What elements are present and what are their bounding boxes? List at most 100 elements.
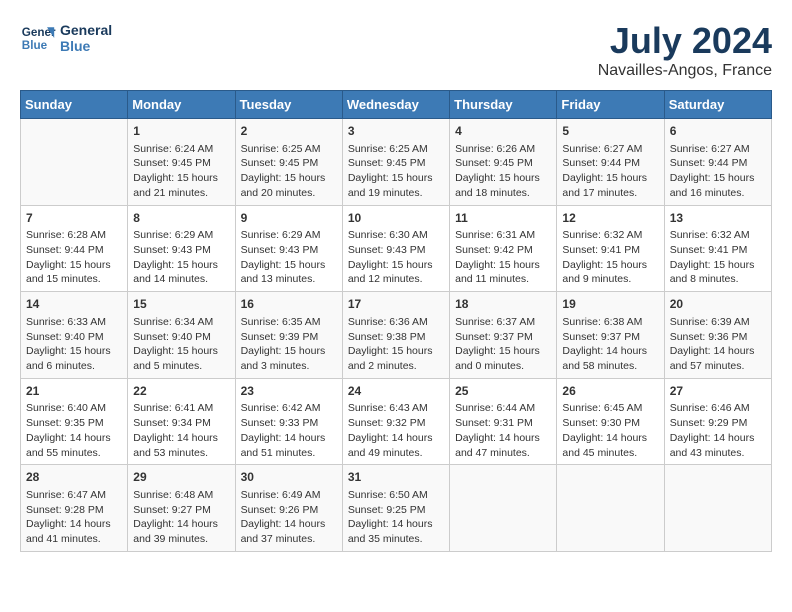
day-number: 24 (348, 383, 444, 400)
weekday-header-saturday: Saturday (664, 91, 771, 119)
day-number: 25 (455, 383, 551, 400)
cell-content: Sunrise: 6:29 AM Sunset: 9:43 PM Dayligh… (133, 228, 229, 287)
calendar-cell: 23Sunrise: 6:42 AM Sunset: 9:33 PM Dayli… (235, 378, 342, 465)
calendar-cell: 19Sunrise: 6:38 AM Sunset: 9:37 PM Dayli… (557, 292, 664, 379)
day-number: 17 (348, 296, 444, 313)
cell-content: Sunrise: 6:50 AM Sunset: 9:25 PM Dayligh… (348, 488, 444, 547)
location-title: Navailles-Angos, France (598, 62, 772, 80)
logo-general: General (60, 22, 112, 38)
day-number: 31 (348, 469, 444, 486)
cell-content: Sunrise: 6:29 AM Sunset: 9:43 PM Dayligh… (241, 228, 337, 287)
cell-content: Sunrise: 6:24 AM Sunset: 9:45 PM Dayligh… (133, 142, 229, 201)
calendar-cell: 5 Sunrise: 6:27 AM Sunset: 9:44 PM Daylig… (557, 119, 664, 206)
logo: General Blue General Blue (20, 20, 112, 56)
day-number: 16 (241, 296, 337, 313)
day-number: 1 (133, 123, 229, 140)
calendar-cell: 22Sunrise: 6:41 AM Sunset: 9:34 PM Dayli… (128, 378, 235, 465)
day-number: 21 (26, 383, 122, 400)
day-number: 12 (562, 210, 658, 227)
day-number: 30 (241, 469, 337, 486)
title-block: July 2024 Navailles-Angos, France (598, 20, 772, 80)
calendar-cell: 2Sunrise: 6:25 AM Sunset: 9:45 PM Daylig… (235, 119, 342, 206)
cell-content: Sunrise: 6:30 AM Sunset: 9:43 PM Dayligh… (348, 228, 444, 287)
calendar-cell: 4 Sunrise: 6:26 AM Sunset: 9:45 PM Daylig… (450, 119, 557, 206)
calendar-cell: 31 Sunrise: 6:50 AM Sunset: 9:25 PM Dayli… (342, 465, 449, 552)
cell-content: Sunrise: 6:40 AM Sunset: 9:35 PM Dayligh… (26, 401, 122, 460)
calendar-cell: 18 Sunrise: 6:37 AM Sunset: 9:37 PM Dayli… (450, 292, 557, 379)
calendar-cell: 25Sunrise: 6:44 AM Sunset: 9:31 PM Dayli… (450, 378, 557, 465)
day-number: 20 (670, 296, 766, 313)
day-number: 10 (348, 210, 444, 227)
calendar-cell: 24Sunrise: 6:43 AM Sunset: 9:32 PM Dayli… (342, 378, 449, 465)
calendar-cell: 17 Sunrise: 6:36 AM Sunset: 9:38 PM Dayli… (342, 292, 449, 379)
cell-content: Sunrise: 6:32 AM Sunset: 9:41 PM Dayligh… (562, 228, 658, 287)
day-number: 29 (133, 469, 229, 486)
cell-content: Sunrise: 6:37 AM Sunset: 9:37 PM Dayligh… (455, 315, 551, 374)
calendar-cell: 16 Sunrise: 6:35 AM Sunset: 9:39 PM Dayli… (235, 292, 342, 379)
cell-content: Sunrise: 6:36 AM Sunset: 9:38 PM Dayligh… (348, 315, 444, 374)
cell-content: Sunrise: 6:27 AM Sunset: 9:44 PM Dayligh… (670, 142, 766, 201)
day-number: 9 (241, 210, 337, 227)
calendar-cell: 29 Sunrise: 6:48 AM Sunset: 9:27 PM Dayli… (128, 465, 235, 552)
day-number: 28 (26, 469, 122, 486)
calendar-cell (450, 465, 557, 552)
calendar-cell: 20Sunrise: 6:39 AM Sunset: 9:36 PM Dayli… (664, 292, 771, 379)
day-number: 18 (455, 296, 551, 313)
cell-content: Sunrise: 6:43 AM Sunset: 9:32 PM Dayligh… (348, 401, 444, 460)
weekday-header-wednesday: Wednesday (342, 91, 449, 119)
calendar-cell: 30Sunrise: 6:49 AM Sunset: 9:26 PM Dayli… (235, 465, 342, 552)
calendar-cell: 28 Sunrise: 6:47 AM Sunset: 9:28 PM Dayli… (21, 465, 128, 552)
calendar-cell: 1 Sunrise: 6:24 AM Sunset: 9:45 PM Daylig… (128, 119, 235, 206)
week-row-3: 14 Sunrise: 6:33 AM Sunset: 9:40 PM Dayli… (21, 292, 772, 379)
calendar-cell: 3 Sunrise: 6:25 AM Sunset: 9:45 PM Daylig… (342, 119, 449, 206)
cell-content: Sunrise: 6:41 AM Sunset: 9:34 PM Dayligh… (133, 401, 229, 460)
cell-content: Sunrise: 6:25 AM Sunset: 9:45 PM Dayligh… (348, 142, 444, 201)
cell-content: Sunrise: 6:44 AM Sunset: 9:31 PM Dayligh… (455, 401, 551, 460)
day-number: 26 (562, 383, 658, 400)
cell-content: Sunrise: 6:32 AM Sunset: 9:41 PM Dayligh… (670, 228, 766, 287)
weekday-header-thursday: Thursday (450, 91, 557, 119)
day-number: 11 (455, 210, 551, 227)
cell-content: Sunrise: 6:33 AM Sunset: 9:40 PM Dayligh… (26, 315, 122, 374)
day-number: 8 (133, 210, 229, 227)
day-number: 4 (455, 123, 551, 140)
calendar-cell (664, 465, 771, 552)
week-row-2: 7Sunrise: 6:28 AM Sunset: 9:44 PM Daylig… (21, 205, 772, 292)
calendar-cell: 26Sunrise: 6:45 AM Sunset: 9:30 PM Dayli… (557, 378, 664, 465)
logo-blue: Blue (60, 38, 112, 54)
calendar-cell: 13Sunrise: 6:32 AM Sunset: 9:41 PM Dayli… (664, 205, 771, 292)
day-number: 3 (348, 123, 444, 140)
cell-content: Sunrise: 6:47 AM Sunset: 9:28 PM Dayligh… (26, 488, 122, 547)
calendar-cell: 21Sunrise: 6:40 AM Sunset: 9:35 PM Dayli… (21, 378, 128, 465)
logo-icon: General Blue (20, 20, 56, 56)
cell-content: Sunrise: 6:35 AM Sunset: 9:39 PM Dayligh… (241, 315, 337, 374)
day-number: 7 (26, 210, 122, 227)
calendar-cell: 7Sunrise: 6:28 AM Sunset: 9:44 PM Daylig… (21, 205, 128, 292)
weekday-header-sunday: Sunday (21, 91, 128, 119)
weekday-header-monday: Monday (128, 91, 235, 119)
day-number: 27 (670, 383, 766, 400)
day-number: 23 (241, 383, 337, 400)
calendar-cell: 10Sunrise: 6:30 AM Sunset: 9:43 PM Dayli… (342, 205, 449, 292)
weekday-header-row: SundayMondayTuesdayWednesdayThursdayFrid… (21, 91, 772, 119)
week-row-1: 1 Sunrise: 6:24 AM Sunset: 9:45 PM Daylig… (21, 119, 772, 206)
week-row-4: 21Sunrise: 6:40 AM Sunset: 9:35 PM Dayli… (21, 378, 772, 465)
cell-content: Sunrise: 6:26 AM Sunset: 9:45 PM Dayligh… (455, 142, 551, 201)
cell-content: Sunrise: 6:46 AM Sunset: 9:29 PM Dayligh… (670, 401, 766, 460)
svg-text:Blue: Blue (22, 39, 48, 52)
calendar-table: SundayMondayTuesdayWednesdayThursdayFrid… (20, 90, 772, 552)
calendar-cell: 15Sunrise: 6:34 AM Sunset: 9:40 PM Dayli… (128, 292, 235, 379)
cell-content: Sunrise: 6:27 AM Sunset: 9:44 PM Dayligh… (562, 142, 658, 201)
page-header: General Blue General Blue July 2024 Nava… (20, 20, 772, 80)
calendar-cell (557, 465, 664, 552)
weekday-header-friday: Friday (557, 91, 664, 119)
cell-content: Sunrise: 6:48 AM Sunset: 9:27 PM Dayligh… (133, 488, 229, 547)
cell-content: Sunrise: 6:45 AM Sunset: 9:30 PM Dayligh… (562, 401, 658, 460)
calendar-cell: 12Sunrise: 6:32 AM Sunset: 9:41 PM Dayli… (557, 205, 664, 292)
cell-content: Sunrise: 6:31 AM Sunset: 9:42 PM Dayligh… (455, 228, 551, 287)
day-number: 14 (26, 296, 122, 313)
calendar-cell: 6 Sunrise: 6:27 AM Sunset: 9:44 PM Daylig… (664, 119, 771, 206)
cell-content: Sunrise: 6:34 AM Sunset: 9:40 PM Dayligh… (133, 315, 229, 374)
day-number: 5 (562, 123, 658, 140)
day-number: 6 (670, 123, 766, 140)
